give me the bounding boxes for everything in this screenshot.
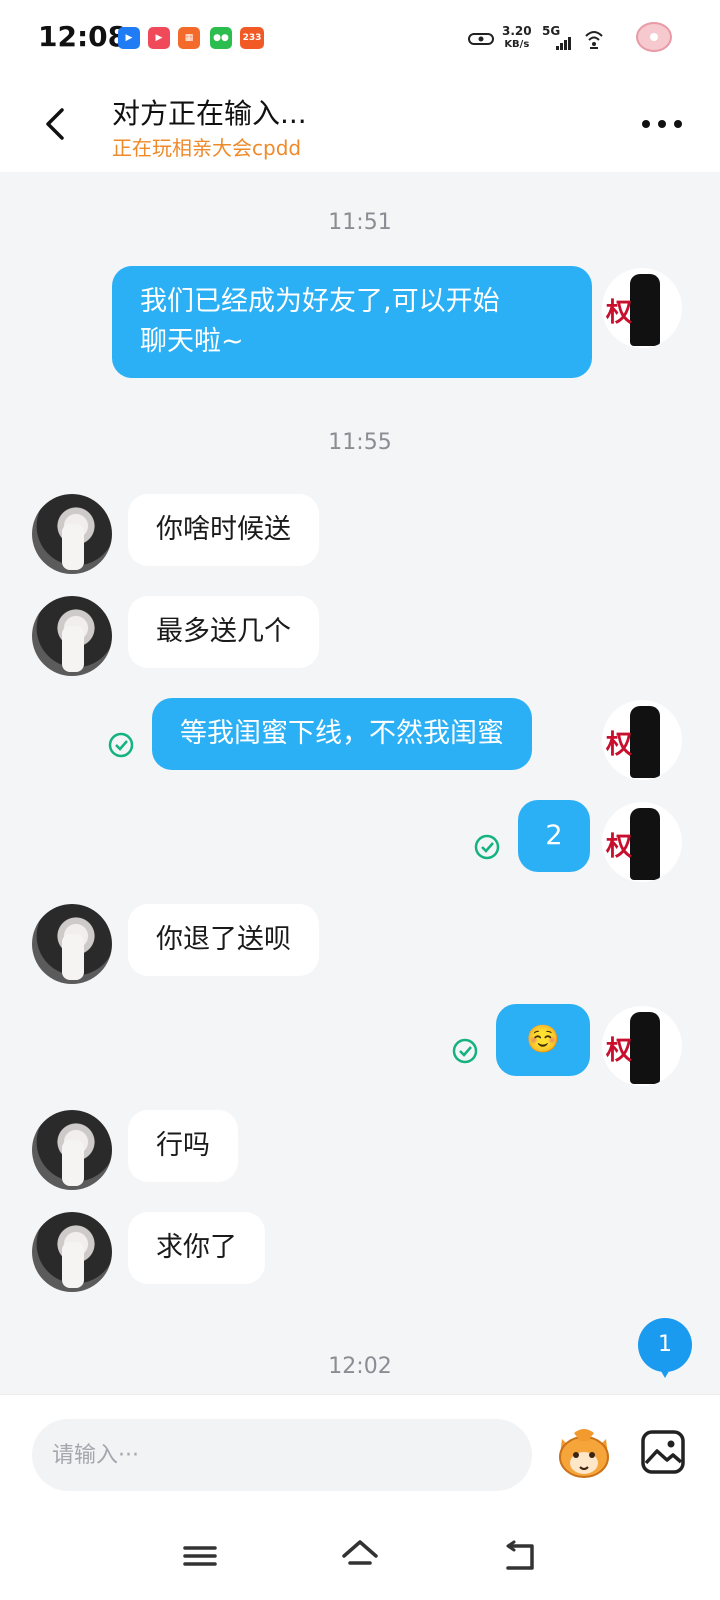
message-bubble-in[interactable]: 求你了 xyxy=(128,1212,265,1284)
chat-title: 对方正在输入... xyxy=(112,97,307,130)
chat-header: 对方正在输入... 正在玩相亲大会cpdd xyxy=(0,80,720,172)
nfc-icon xyxy=(468,33,494,45)
timestamp: 11:55 xyxy=(328,430,392,455)
unread-count-badge[interactable]: 1 xyxy=(638,1318,692,1378)
system-nav-bar xyxy=(0,1512,720,1600)
message-bubble-in[interactable]: 行吗 xyxy=(128,1110,238,1182)
input-bar xyxy=(0,1394,720,1513)
avatar-self[interactable]: 权 xyxy=(602,268,682,348)
message-bubble-out[interactable]: 等我闺蜜下线，不然我闺蜜 xyxy=(152,698,532,770)
home-icon[interactable] xyxy=(340,1536,380,1576)
back-icon[interactable] xyxy=(500,1536,540,1576)
net-speed-value: 3.20 xyxy=(502,24,532,38)
app-grid-icon: ▦ xyxy=(178,27,200,49)
wechat-icon: ●● xyxy=(210,27,232,49)
timestamp: 12:02 xyxy=(328,1354,392,1379)
avatar-contact[interactable] xyxy=(32,1212,112,1292)
video-app-icon: ▶ xyxy=(148,27,170,49)
avatar-self[interactable]: 权 xyxy=(602,1006,682,1086)
message-bubble-out[interactable]: 我们已经成为好友了,可以开始 聊天啦~ xyxy=(112,266,592,378)
status-time: 12:08 xyxy=(38,20,128,53)
battery-donut-icon xyxy=(636,22,672,52)
more-options-icon[interactable] xyxy=(640,116,684,130)
menu-icon[interactable] xyxy=(180,1536,220,1576)
message-input[interactable] xyxy=(32,1419,532,1491)
timestamp: 11:51 xyxy=(328,210,392,235)
wifi-icon xyxy=(585,31,603,49)
message-bubble-out[interactable]: ☺️ xyxy=(496,1004,590,1076)
read-check-icon xyxy=(452,1038,478,1064)
read-check-icon xyxy=(474,834,500,860)
sticker-mascot-icon[interactable] xyxy=(554,1425,614,1481)
signal-icon xyxy=(556,37,571,50)
avatar-contact[interactable] xyxy=(32,1110,112,1190)
video-call-icon: ▶ xyxy=(118,27,140,49)
game-233-icon: 233 xyxy=(240,27,264,49)
status-bar: 12:08 ▶ ▶ ▦ ●● 233 3.20 KB/s 5G xyxy=(0,0,720,80)
chat-subtitle[interactable]: 正在玩相亲大会cpdd xyxy=(112,132,301,161)
message-bubble-out[interactable]: 2 xyxy=(518,800,590,872)
message-list[interactable]: 11:51 我们已经成为好友了,可以开始 聊天啦~ 权 11:55 你啥时候送 … xyxy=(0,172,720,1394)
avatar-self[interactable]: 权 xyxy=(602,802,682,882)
message-bubble-in[interactable]: 最多送几个 xyxy=(128,596,319,668)
avatar-contact[interactable] xyxy=(32,596,112,676)
avatar-contact[interactable] xyxy=(32,494,112,574)
back-arrow-icon[interactable] xyxy=(38,104,78,144)
avatar-self[interactable]: 权 xyxy=(602,700,682,780)
net-speed-unit: KB/s xyxy=(504,39,530,50)
image-picker-icon[interactable] xyxy=(640,1429,686,1475)
read-check-icon xyxy=(108,732,134,758)
message-bubble-in[interactable]: 你啥时候送 xyxy=(128,494,319,566)
message-bubble-in[interactable]: 你退了送呗 xyxy=(128,904,319,976)
avatar-contact[interactable] xyxy=(32,904,112,984)
